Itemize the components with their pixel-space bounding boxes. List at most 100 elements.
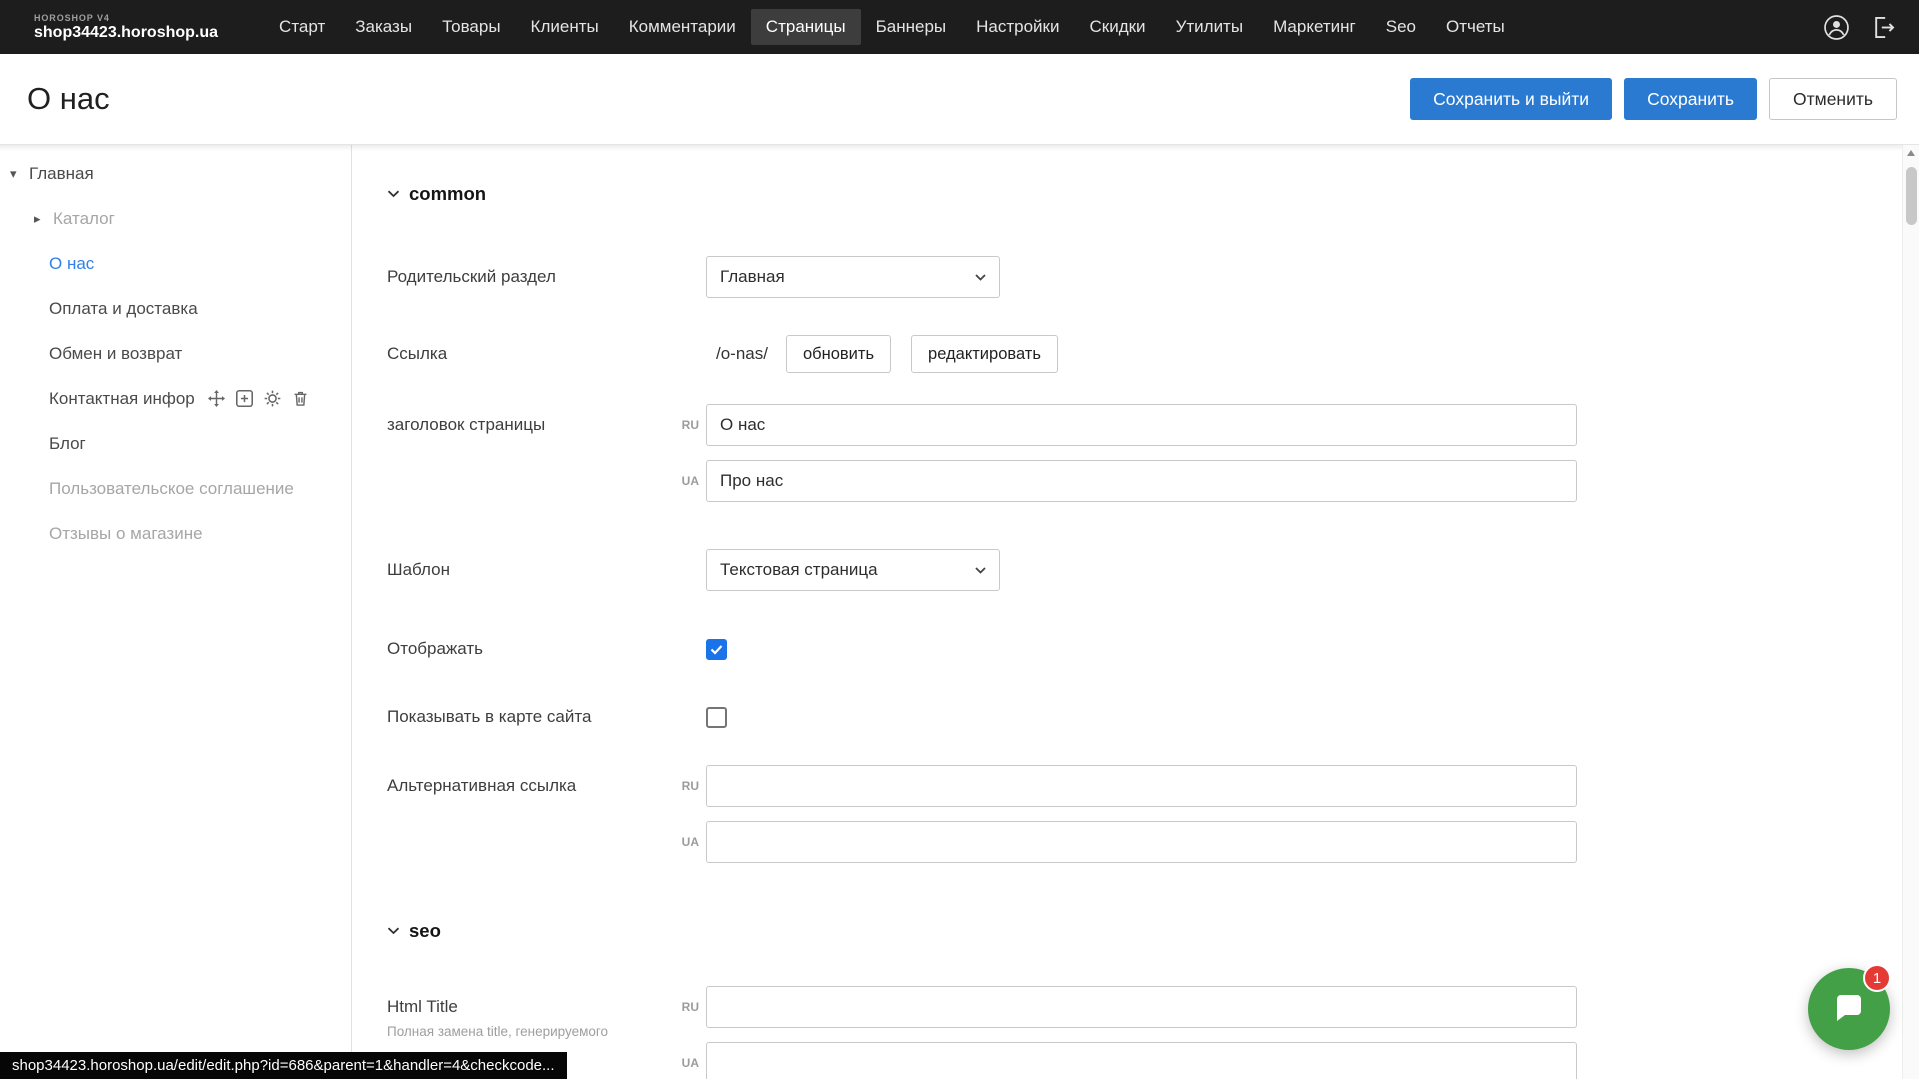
edit-link-button[interactable]: редактировать bbox=[911, 335, 1058, 373]
chevron-down-icon bbox=[387, 190, 400, 198]
sidebar-item-store-reviews[interactable]: Отзывы о магазине bbox=[0, 511, 351, 556]
section-title: common bbox=[409, 183, 486, 205]
field-template: Шаблон Текстовая страница bbox=[387, 549, 1919, 591]
nav-item-settings[interactable]: Настройки bbox=[961, 9, 1074, 45]
field-label: Отображать bbox=[387, 638, 669, 660]
lang-ua-badge: UA bbox=[669, 835, 699, 849]
sidebar-item-label: Блог bbox=[49, 434, 86, 454]
save-and-exit-button[interactable]: Сохранить и выйти bbox=[1410, 78, 1612, 120]
check-icon bbox=[710, 644, 723, 655]
field-html-title: Html Title Полная замена title, генериру… bbox=[387, 986, 1919, 1079]
section-title: seo bbox=[409, 920, 441, 942]
field-parent-section: Родительский раздел Главная bbox=[387, 256, 1919, 298]
html-title-ru-input[interactable] bbox=[706, 986, 1577, 1028]
field-label: Html Title bbox=[387, 996, 669, 1018]
page-header: О нас Сохранить и выйти Сохранить Отмени… bbox=[0, 54, 1919, 144]
chat-launcher-button[interactable]: 1 bbox=[1808, 968, 1890, 1050]
lang-ua-badge: UA bbox=[669, 1056, 699, 1070]
gear-icon[interactable] bbox=[263, 389, 282, 408]
sidebar-item-blog[interactable]: Блог bbox=[0, 421, 351, 466]
field-label: Альтернативная ссылка bbox=[387, 765, 669, 797]
workspace: ▾ Главная ▸ Каталог О нас Оплата и доста… bbox=[0, 144, 1919, 1079]
sidebar-item-label: О нас bbox=[49, 254, 94, 274]
select-value: Главная bbox=[720, 267, 785, 287]
nav-item-start[interactable]: Старт bbox=[264, 9, 340, 45]
vertical-scrollbar[interactable] bbox=[1902, 145, 1919, 1079]
html-title-ua-input[interactable] bbox=[706, 1042, 1577, 1079]
header-actions: Сохранить и выйти Сохранить Отменить bbox=[1410, 78, 1897, 120]
select-value: Текстовая страница bbox=[720, 560, 878, 580]
sidebar-item-home[interactable]: ▾ Главная bbox=[0, 151, 351, 196]
chevron-down-icon[interactable]: ▾ bbox=[10, 166, 26, 182]
link-path-value: /o-nas/ bbox=[706, 344, 768, 364]
sidebar-item-user-agreement[interactable]: Пользовательское соглашение bbox=[0, 466, 351, 511]
sidebar-item-label: Обмен и возврат bbox=[49, 344, 182, 364]
brand-domain: shop34423.horoshop.ua bbox=[34, 24, 218, 42]
sidebar-item-payment-delivery[interactable]: Оплата и доставка bbox=[0, 286, 351, 331]
page-edit-form: common Родительский раздел Главная Ссылк… bbox=[352, 145, 1919, 1079]
field-display: Отображать bbox=[387, 638, 1919, 660]
lang-ru-badge: RU bbox=[669, 418, 699, 432]
logout-icon[interactable] bbox=[1870, 14, 1897, 41]
scrollbar-thumb[interactable] bbox=[1906, 167, 1917, 225]
link-preview-statusbar: shop34423.horoshop.ua/edit/edit.php?id=6… bbox=[0, 1052, 567, 1079]
caret-down-icon bbox=[975, 274, 986, 281]
nav-item-orders[interactable]: Заказы bbox=[340, 9, 427, 45]
field-label: Родительский раздел bbox=[387, 266, 669, 288]
nav-right bbox=[1823, 14, 1907, 41]
top-navbar: HOROSHOP V4 shop34423.horoshop.ua Старт … bbox=[0, 0, 1919, 54]
field-label: заголовок страницы bbox=[387, 404, 669, 436]
section-seo[interactable]: seo bbox=[387, 920, 1919, 942]
nav-item-seo[interactable]: Seo bbox=[1371, 9, 1431, 45]
sidebar-item-exchange-return[interactable]: Обмен и возврат bbox=[0, 331, 351, 376]
section-common[interactable]: common bbox=[387, 183, 1919, 205]
field-label-block: Html Title Полная замена title, генериру… bbox=[387, 986, 669, 1040]
field-hint: Полная замена title, генерируемого bbox=[387, 1024, 669, 1040]
sidebar-item-about[interactable]: О нас bbox=[0, 241, 351, 286]
field-label: Показывать в карте сайта bbox=[387, 706, 669, 728]
pages-tree-sidebar: ▾ Главная ▸ Каталог О нас Оплата и доста… bbox=[0, 145, 352, 1079]
brand[interactable]: HOROSHOP V4 shop34423.horoshop.ua bbox=[34, 13, 218, 42]
nav-item-clients[interactable]: Клиенты bbox=[516, 9, 614, 45]
move-icon[interactable] bbox=[207, 389, 226, 408]
trash-icon[interactable] bbox=[291, 389, 310, 408]
field-page-title: заголовок страницы RU UA bbox=[387, 404, 1919, 502]
sidebar-item-contact-info[interactable]: Контактная инфор bbox=[0, 376, 351, 421]
alt-link-ru-input[interactable] bbox=[706, 765, 1577, 807]
refresh-link-button[interactable]: обновить bbox=[786, 335, 891, 373]
nav-item-comments[interactable]: Комментарии bbox=[614, 9, 751, 45]
field-alt-link: Альтернативная ссылка RU UA bbox=[387, 765, 1919, 863]
display-checkbox[interactable] bbox=[706, 639, 727, 660]
add-page-icon[interactable] bbox=[235, 389, 254, 408]
scroll-up-arrow-icon[interactable] bbox=[1903, 145, 1919, 162]
account-icon[interactable] bbox=[1823, 14, 1850, 41]
nav-item-utilities[interactable]: Утилиты bbox=[1161, 9, 1259, 45]
alt-link-ua-input[interactable] bbox=[706, 821, 1577, 863]
sidebar-item-catalog[interactable]: ▸ Каталог bbox=[0, 196, 351, 241]
sidebar-item-label: Отзывы о магазине bbox=[49, 524, 203, 544]
template-select[interactable]: Текстовая страница bbox=[706, 549, 1000, 591]
save-button[interactable]: Сохранить bbox=[1624, 78, 1757, 120]
sidebar-item-label: Контактная инфор bbox=[49, 389, 195, 409]
sidebar-item-label: Пользовательское соглашение bbox=[49, 479, 294, 499]
page-title-ua-input[interactable] bbox=[706, 460, 1577, 502]
lang-ru-badge: RU bbox=[669, 1000, 699, 1014]
parent-section-select[interactable]: Главная bbox=[706, 256, 1000, 298]
nav-item-reports[interactable]: Отчеты bbox=[1431, 9, 1520, 45]
brand-version: HOROSHOP V4 bbox=[34, 13, 218, 23]
sitemap-checkbox[interactable] bbox=[706, 707, 727, 728]
page-title: О нас bbox=[27, 81, 110, 117]
chevron-right-icon[interactable]: ▸ bbox=[34, 211, 50, 227]
chevron-down-icon bbox=[387, 927, 400, 935]
nav-item-products[interactable]: Товары bbox=[427, 9, 515, 45]
nav-item-marketing[interactable]: Маркетинг bbox=[1258, 9, 1371, 45]
sidebar-item-label: Главная bbox=[29, 164, 94, 184]
lang-ru-badge: RU bbox=[669, 779, 699, 793]
nav-item-banners[interactable]: Баннеры bbox=[861, 9, 962, 45]
nav-item-pages[interactable]: Страницы bbox=[751, 9, 861, 45]
cancel-button[interactable]: Отменить bbox=[1769, 78, 1897, 120]
caret-down-icon bbox=[975, 567, 986, 574]
tree-item-tools bbox=[207, 389, 310, 408]
page-title-ru-input[interactable] bbox=[706, 404, 1577, 446]
nav-item-discounts[interactable]: Скидки bbox=[1074, 9, 1160, 45]
